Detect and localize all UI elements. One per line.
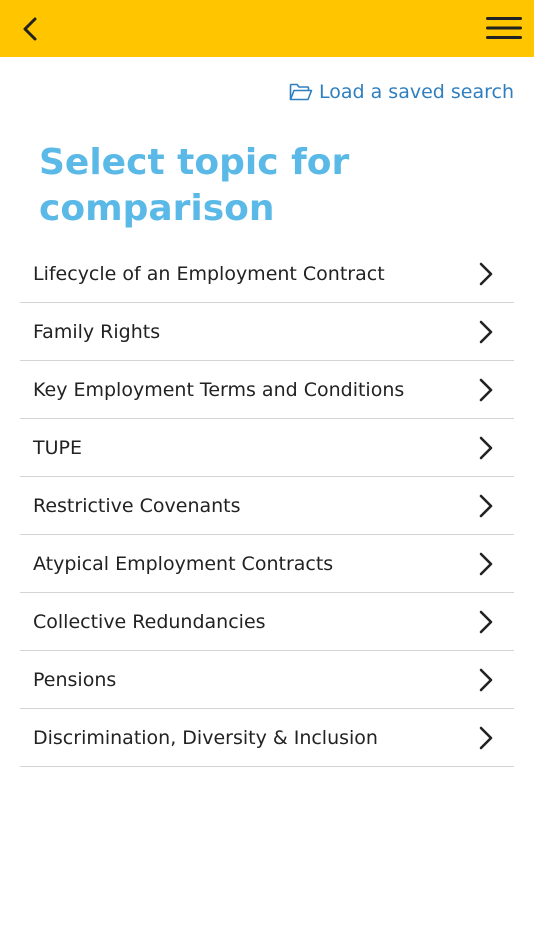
topic-item-family-rights[interactable]: Family Rights — [20, 303, 514, 361]
topic-item-pensions[interactable]: Pensions — [20, 651, 514, 709]
topic-label: Key Employment Terms and Conditions — [33, 378, 405, 401]
chevron-right-icon — [476, 434, 496, 462]
chevron-right-icon — [476, 608, 496, 636]
topic-label: Discrimination, Diversity & Inclusion — [33, 726, 378, 749]
menu-button[interactable] — [484, 13, 524, 43]
chevron-right-icon — [476, 260, 496, 288]
topic-item-key-terms[interactable]: Key Employment Terms and Conditions — [20, 361, 514, 419]
topic-label: Restrictive Covenants — [33, 494, 241, 517]
topic-label: Collective Redundancies — [33, 610, 266, 633]
chevron-right-icon — [476, 492, 496, 520]
load-saved-search-label: Load a saved search — [319, 81, 514, 103]
hamburger-menu-icon — [486, 17, 522, 39]
chevron-right-icon — [476, 724, 496, 752]
chevron-right-icon — [476, 666, 496, 694]
topic-label: Lifecycle of an Employment Contract — [33, 262, 385, 285]
topic-list: Lifecycle of an Employment Contract Fami… — [20, 245, 514, 767]
topic-item-collective-redundancies[interactable]: Collective Redundancies — [20, 593, 514, 651]
chevron-right-icon — [476, 550, 496, 578]
topic-label: Pensions — [33, 668, 117, 691]
topic-label: Family Rights — [33, 320, 161, 343]
topic-item-discrimination[interactable]: Discrimination, Diversity & Inclusion — [20, 709, 514, 767]
back-button[interactable] — [14, 14, 46, 44]
load-saved-search-link[interactable]: Load a saved search — [289, 78, 514, 106]
page-title: Select topic for comparison — [39, 142, 350, 229]
topic-label: Atypical Employment Contracts — [33, 552, 334, 575]
topic-item-atypical-contracts[interactable]: Atypical Employment Contracts — [20, 535, 514, 593]
topic-item-lifecycle[interactable]: Lifecycle of an Employment Contract — [20, 245, 514, 303]
topic-item-tupe[interactable]: TUPE — [20, 419, 514, 477]
folder-open-icon — [289, 83, 313, 101]
topic-label: TUPE — [33, 436, 82, 459]
chevron-right-icon — [476, 376, 496, 404]
top-bar — [0, 0, 534, 57]
topic-item-restrictive-covenants[interactable]: Restrictive Covenants — [20, 477, 514, 535]
chevron-left-icon — [23, 17, 37, 41]
chevron-right-icon — [476, 318, 496, 346]
